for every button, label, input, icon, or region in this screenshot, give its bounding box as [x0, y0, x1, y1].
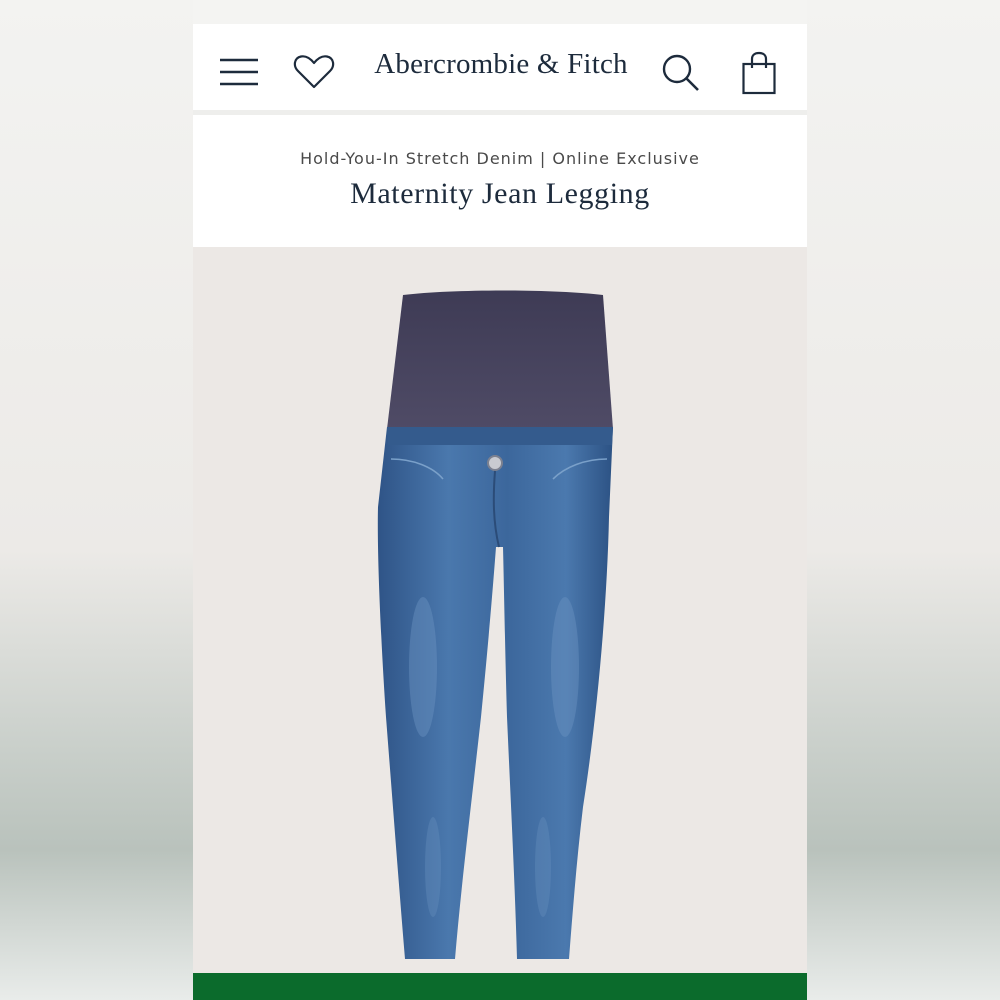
menu-button[interactable]	[217, 53, 261, 91]
search-icon	[662, 54, 699, 91]
product-title: Maternity Jean Legging	[350, 177, 650, 210]
product-image[interactable]	[193, 247, 807, 973]
jean-legging-illustration	[377, 290, 613, 959]
heart-icon	[293, 55, 335, 89]
add-to-bag-bar[interactable]	[193, 973, 807, 1000]
status-strip	[193, 0, 807, 24]
bag-icon	[742, 51, 776, 95]
brand-logo[interactable]: Abercrombie & Fitch	[353, 48, 649, 81]
site-header: Abercrombie & Fitch	[193, 24, 807, 110]
phone-screen: Abercrombie & Fitch Hold-You-In Stretch …	[193, 0, 807, 1000]
search-button[interactable]	[659, 51, 703, 95]
cart-button[interactable]	[739, 50, 779, 96]
wishlist-button[interactable]	[291, 52, 337, 92]
product-subtitle: Hold-You-In Stretch Denim | Online Exclu…	[300, 149, 700, 168]
product-title-block: Hold-You-In Stretch Denim | Online Exclu…	[193, 115, 807, 247]
menu-icon	[220, 58, 258, 86]
